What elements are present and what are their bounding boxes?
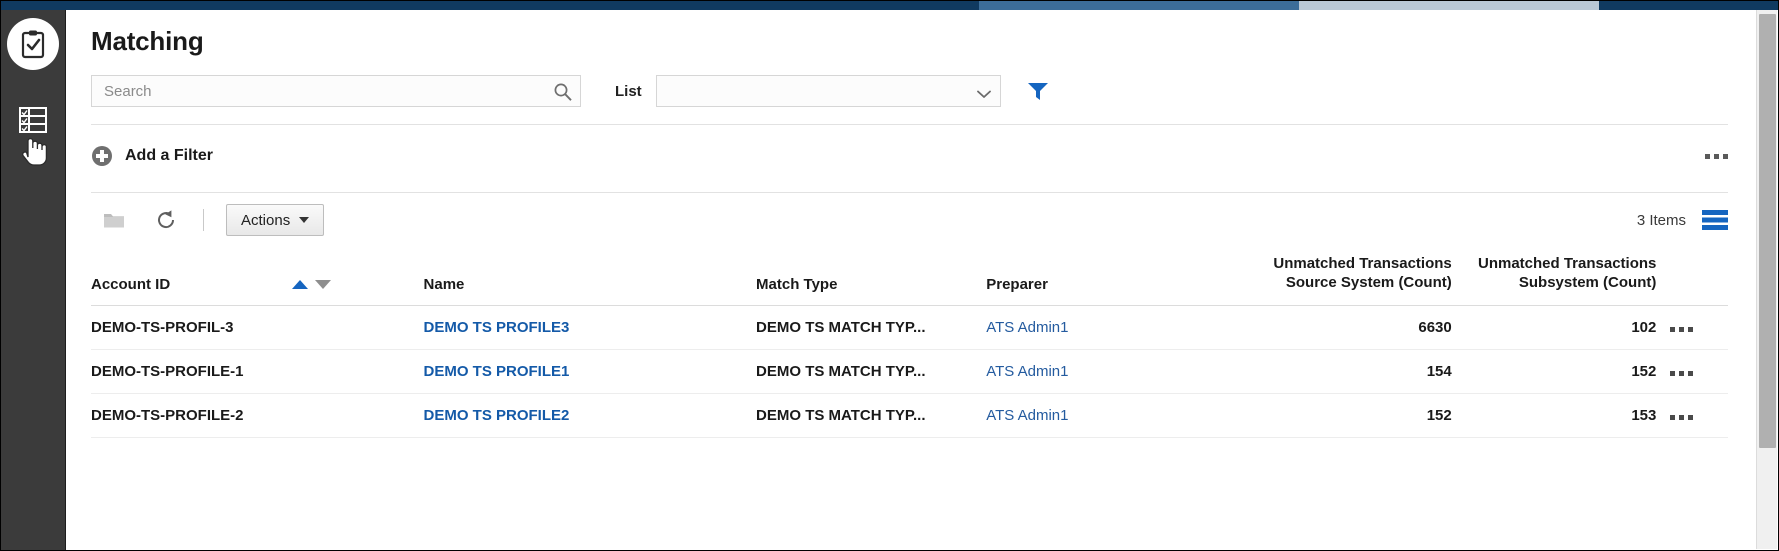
list-view-icon[interactable] <box>1702 209 1728 231</box>
cell-name-link[interactable]: DEMO TS PROFILE2 <box>423 393 757 438</box>
column-header-unmatched-subsystem[interactable]: Unmatched Transactions Subsystem (Count) <box>1451 255 1657 306</box>
clipboard-check-icon[interactable] <box>7 18 59 70</box>
table-row[interactable]: DEMO-TS-PROFILE-1 DEMO TS PROFILE1 DEMO … <box>91 349 1728 394</box>
cell-unmatched-subsystem: 152 <box>1451 349 1657 394</box>
column-header-label: Unmatched Transactions Subsystem (Count) <box>1477 255 1657 291</box>
row-actions-menu[interactable] <box>1656 349 1728 394</box>
title-bar-segment-mid <box>979 1 1299 10</box>
title-bar-segment-light <box>1299 1 1599 10</box>
sort-ascending-icon[interactable] <box>292 280 309 290</box>
items-count: 3 Items <box>1636 211 1686 229</box>
folder-icon[interactable] <box>103 211 125 229</box>
filter-funnel-icon[interactable] <box>1027 81 1049 101</box>
table-header-row: Account ID Name Match Type Preparer Unma… <box>91 255 1728 306</box>
table-row[interactable]: DEMO-TS-PROFIL-3 DEMO TS PROFILE3 DEMO T… <box>91 305 1728 350</box>
matching-table: Account ID Name Match Type Preparer Unma… <box>91 255 1728 550</box>
filter-bar: Add a Filter <box>91 139 1728 173</box>
ellipsis-icon[interactable] <box>1670 326 1694 332</box>
cell-account-id: DEMO-TS-PROFILE-2 <box>91 393 424 438</box>
checklist-icon[interactable] <box>18 105 48 135</box>
filter-overflow-menu[interactable] <box>1705 153 1728 159</box>
scrollbar-thumb[interactable] <box>1759 14 1776 448</box>
column-header-account-id[interactable]: Account ID <box>91 255 424 306</box>
list-filter-label: List <box>615 82 642 100</box>
row-actions-menu[interactable] <box>1656 305 1728 350</box>
column-header-name[interactable]: Name <box>423 255 757 306</box>
refresh-icon[interactable] <box>155 209 177 231</box>
sort-controls[interactable] <box>292 280 332 290</box>
ellipsis-icon[interactable] <box>1670 414 1694 420</box>
cell-unmatched-subsystem: 102 <box>1451 305 1657 350</box>
title-bar-segment-left <box>1 1 979 10</box>
window-title-bar <box>1 1 1778 10</box>
cell-preparer-link[interactable]: ATS Admin1 <box>986 305 1232 350</box>
cell-account-id: DEMO-TS-PROFILE-1 <box>91 349 424 394</box>
table-row[interactable]: DEMO-TS-PROFILE-2 DEMO TS PROFILE2 DEMO … <box>91 393 1728 438</box>
search-toolbar: List <box>91 74 1728 108</box>
cell-unmatched-source-system: 152 <box>1231 393 1452 438</box>
cell-preparer-link[interactable]: ATS Admin1 <box>986 393 1232 438</box>
list-dropdown[interactable] <box>655 75 1001 107</box>
toolbar-right-group: 3 Items <box>1637 209 1728 231</box>
actions-button[interactable]: Actions <box>226 204 325 236</box>
ellipsis-icon[interactable] <box>1670 370 1694 376</box>
sort-descending-icon[interactable] <box>315 280 332 290</box>
cell-name-link[interactable]: DEMO TS PROFILE1 <box>423 349 757 394</box>
column-header-row-actions <box>1656 255 1728 306</box>
title-bar-segment-right <box>1599 1 1778 10</box>
add-filter-label[interactable]: Add a Filter <box>125 147 213 165</box>
row-actions-menu[interactable] <box>1656 393 1728 438</box>
table-toolbar: Actions 3 Items <box>91 200 1728 240</box>
caret-down-icon <box>299 217 310 223</box>
cell-unmatched-source-system: 6630 <box>1231 305 1452 350</box>
hand-cursor <box>18 132 48 168</box>
column-header-label: Unmatched Transactions Source System (Co… <box>1273 255 1452 291</box>
cell-unmatched-subsystem: 153 <box>1451 393 1657 438</box>
main-content-panel: Matching List <box>67 10 1756 550</box>
cell-name-link[interactable]: DEMO TS PROFILE3 <box>423 305 757 350</box>
actions-button-label: Actions <box>241 211 291 229</box>
plus-circle-icon[interactable] <box>91 145 113 167</box>
left-navigation-rail <box>1 10 66 550</box>
search-field-wrapper[interactable] <box>91 75 581 107</box>
chevron-down-icon[interactable] <box>976 86 991 98</box>
cell-preparer-link[interactable]: ATS Admin1 <box>986 349 1232 394</box>
cell-match-type: DEMO TS MATCH TYP... <box>756 305 987 350</box>
column-header-unmatched-source-system[interactable]: Unmatched Transactions Source System (Co… <box>1231 255 1452 306</box>
cell-match-type: DEMO TS MATCH TYP... <box>756 349 987 394</box>
divider-top <box>91 124 1728 125</box>
application-window: Matching List <box>0 0 1779 551</box>
vertical-scrollbar[interactable] <box>1756 10 1777 549</box>
page-title: Matching <box>91 26 204 56</box>
column-header-match-type[interactable]: Match Type <box>756 255 987 306</box>
cell-account-id: DEMO-TS-PROFIL-3 <box>91 305 424 350</box>
divider-middle <box>91 192 1728 193</box>
cell-unmatched-source-system: 154 <box>1231 349 1452 394</box>
search-icon[interactable] <box>553 82 572 101</box>
search-input[interactable] <box>92 76 580 106</box>
column-header-preparer[interactable]: Preparer <box>986 255 1232 306</box>
cell-match-type: DEMO TS MATCH TYP... <box>756 393 987 438</box>
column-header-label: Account ID <box>91 275 171 293</box>
toolbar-divider <box>203 209 204 231</box>
